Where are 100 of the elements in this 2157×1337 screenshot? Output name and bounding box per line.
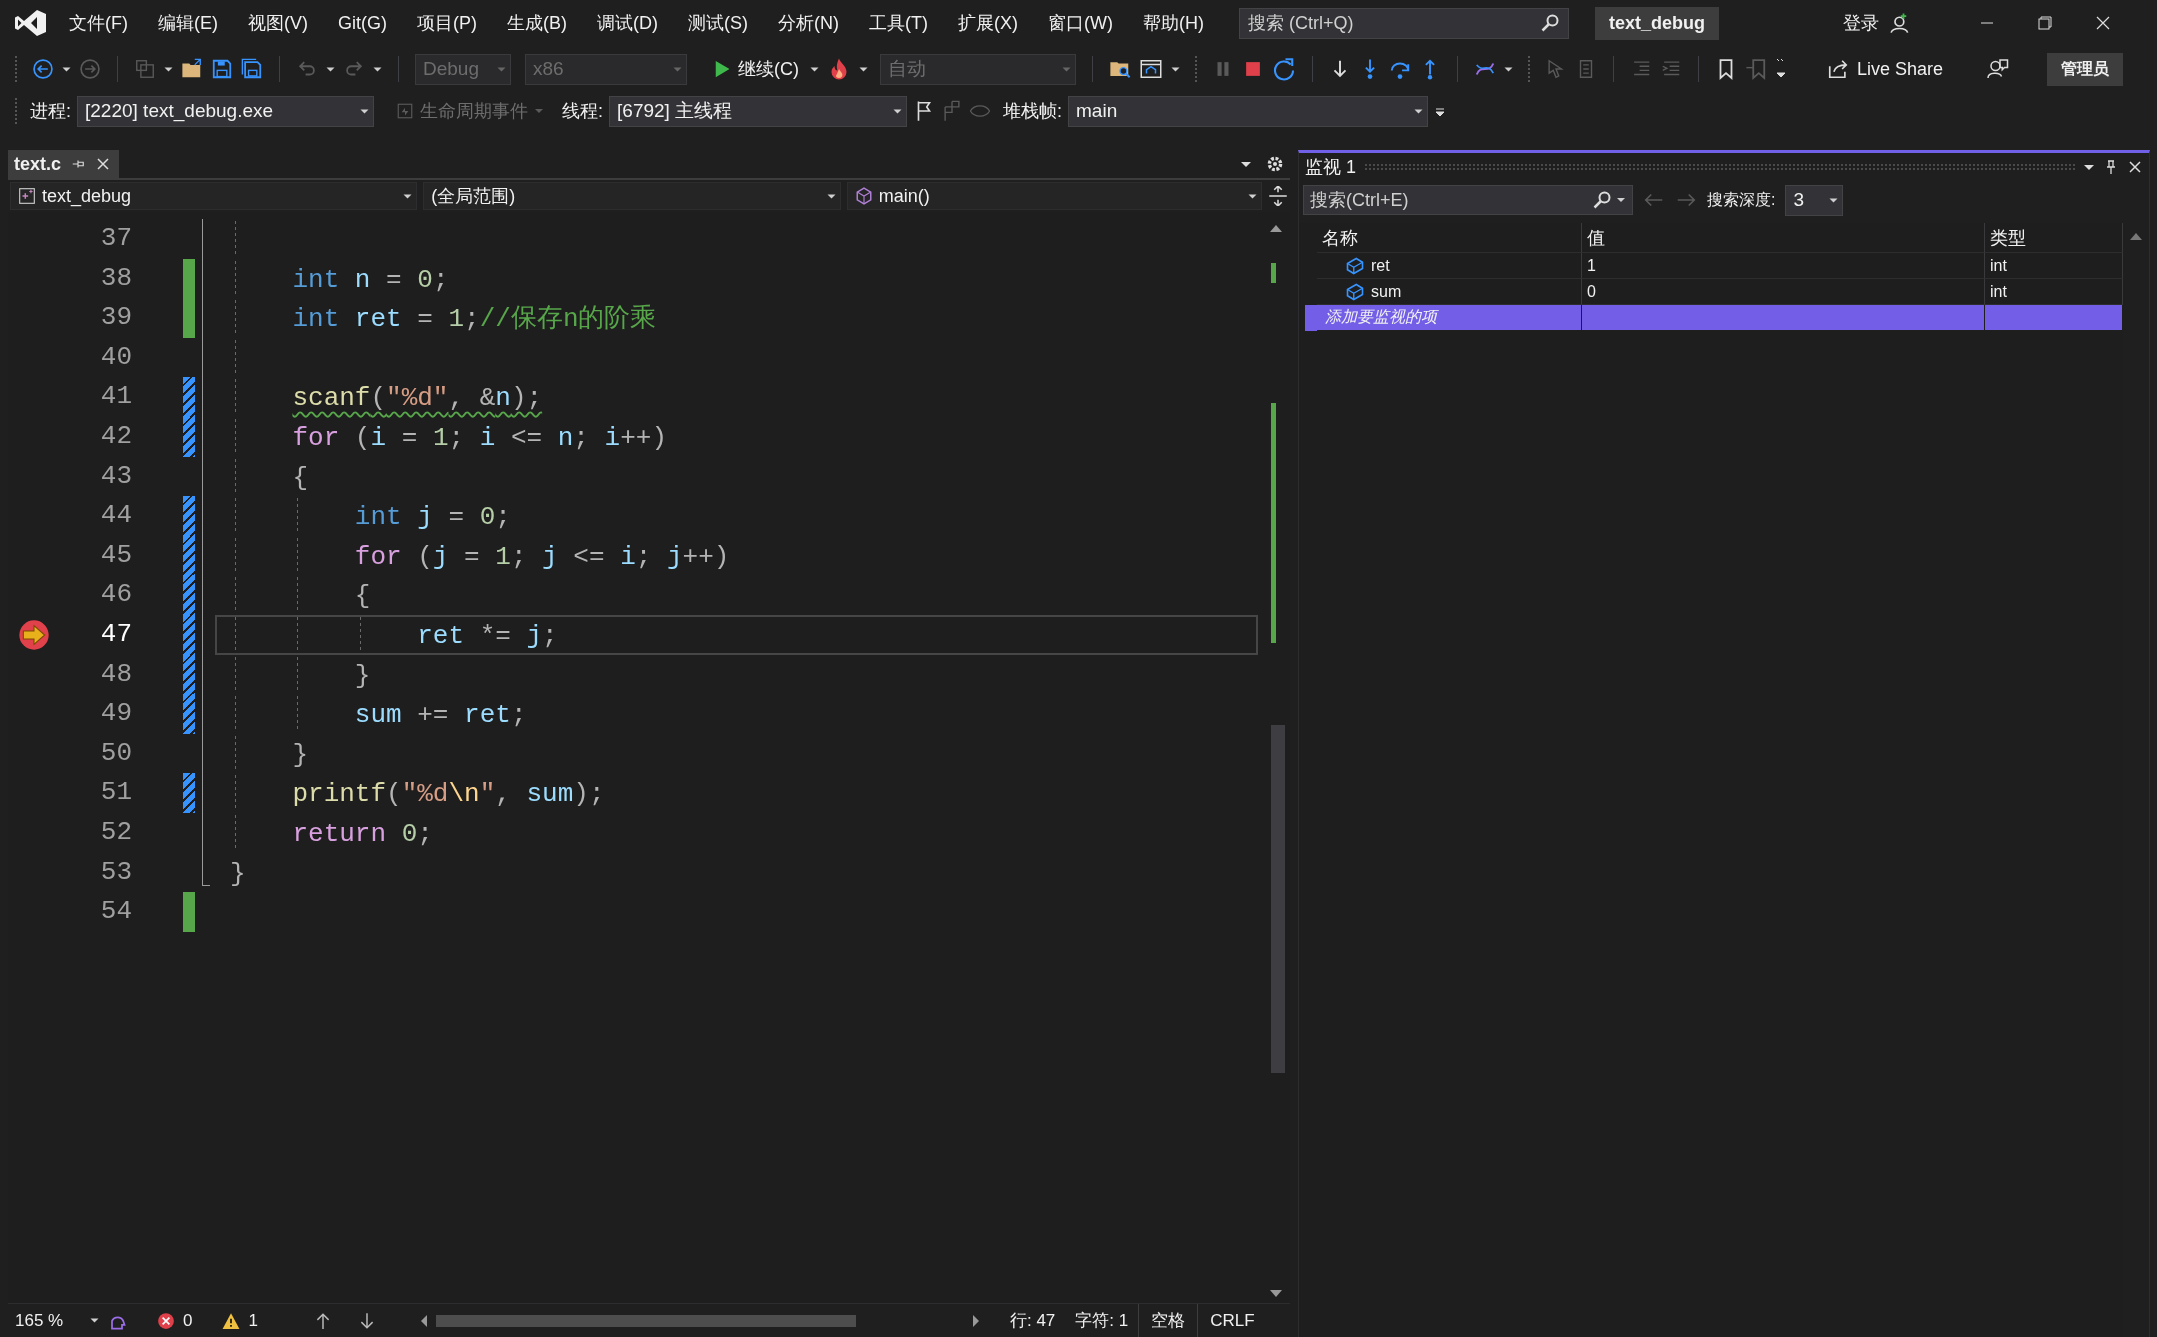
menu-item[interactable]: 生成(B) (492, 7, 582, 39)
caret-icon[interactable] (164, 66, 173, 72)
menu-item[interactable]: 视图(V) (233, 7, 323, 39)
column-header[interactable]: 名称 (1317, 223, 1582, 253)
menu-item[interactable]: 测试(S) (673, 7, 763, 39)
watch-row[interactable]: ret 1 int (1305, 253, 2123, 279)
feedback-icon[interactable] (1985, 57, 2010, 81)
caret-icon (673, 66, 682, 72)
caret-icon[interactable] (373, 66, 382, 72)
right-arrow-icon[interactable] (971, 1313, 980, 1328)
continue-button[interactable]: 继续(C) (709, 55, 802, 83)
search-field[interactable]: 搜索(Ctrl+E) (1303, 185, 1633, 215)
bookmark-back-icon[interactable] (1745, 58, 1767, 80)
line-position: 行: 47 (1008, 1310, 1057, 1332)
line-number: 51 (99, 776, 132, 810)
field-label: 搜索深度: (1707, 189, 1776, 210)
back-icon[interactable] (32, 58, 54, 80)
split-icon[interactable] (1268, 186, 1288, 206)
caret-icon (893, 108, 903, 114)
close-icon[interactable] (2094, 15, 2111, 31)
line-number: 43 (99, 459, 132, 493)
admin-badge[interactable]: 管理员 (2047, 52, 2124, 86)
forward-icon[interactable] (79, 58, 101, 80)
table-cell[interactable]: 添加要监视的项 (1317, 305, 1582, 331)
line-ending-indicator[interactable]: CRLF (1197, 1303, 1267, 1337)
field-label: 线程: (562, 100, 604, 123)
member-dropdown[interactable]: main() (846, 182, 1262, 210)
menu-item[interactable]: 扩展(X) (942, 7, 1033, 39)
search-icon (1592, 190, 1612, 210)
warning-count[interactable]: 1 (248, 1310, 258, 1331)
line-number: 39 (99, 301, 132, 335)
file-tab[interactable]: text.c (8, 150, 120, 178)
sign-in-link[interactable]: 登录 (1842, 11, 1879, 35)
caret-icon[interactable] (859, 66, 868, 72)
caret-icon (1414, 108, 1424, 114)
scope-dropdown[interactable]: (全局范围) (423, 182, 841, 210)
error-icon[interactable] (157, 1311, 175, 1330)
project-icon (18, 187, 36, 205)
line-number: 50 (99, 736, 132, 770)
whitespace-indicator[interactable]: 空格 (1138, 1303, 1198, 1337)
column-position: 字符: 1 (1074, 1310, 1130, 1332)
app-window-icon[interactable] (1139, 57, 1163, 81)
restore-icon[interactable] (2036, 15, 2053, 31)
table-cell: ret (1317, 253, 1582, 279)
line-number: 46 (99, 578, 132, 612)
warning-icon[interactable] (222, 1311, 241, 1330)
search-icon (1539, 13, 1560, 33)
up-arrow-icon[interactable] (2129, 231, 2143, 241)
variable-icon (1345, 255, 1365, 276)
caret-icon (826, 193, 836, 199)
menu-item[interactable]: 帮助(H) (1127, 7, 1219, 39)
live-share-button[interactable]: Live Share (1821, 57, 1950, 81)
share-icon (1827, 58, 1849, 80)
line-number: 45 (99, 538, 132, 572)
caret-icon[interactable] (326, 66, 335, 72)
left-arrow-icon[interactable] (419, 1313, 428, 1328)
menu-item[interactable]: 分析(N) (763, 7, 854, 39)
menu-item[interactable]: 项目(P) (402, 7, 492, 39)
folder-icon[interactable] (181, 58, 203, 80)
stack-frame-dropdown[interactable]: main (1068, 95, 1429, 127)
search-field[interactable]: 搜索 (Ctrl+Q) (1238, 7, 1569, 39)
process-dropdown[interactable]: [2220] text_debug.exe (77, 95, 374, 127)
caret-icon[interactable] (1171, 66, 1180, 72)
horizontal-scrollbar[interactable] (419, 1313, 980, 1328)
depth-dropdown[interactable]: 3 (1785, 184, 1844, 216)
up-arrow-icon[interactable] (1269, 223, 1283, 233)
column-header[interactable]: 值 (1582, 223, 1985, 253)
caret-icon[interactable] (1504, 66, 1513, 72)
menu-item[interactable]: Git(G) (323, 8, 402, 38)
line-number: 44 (99, 499, 132, 533)
variable-icon (1345, 281, 1365, 302)
line-number: 38 (99, 261, 132, 295)
scroll-thumb[interactable] (1271, 725, 1285, 1073)
save-all-icon[interactable] (241, 58, 263, 80)
menu-item[interactable]: 窗口(W) (1032, 7, 1128, 39)
menu-item[interactable]: 编辑(E) (143, 7, 233, 39)
caret-icon[interactable] (810, 66, 819, 72)
error-count[interactable]: 0 (183, 1310, 193, 1331)
watch-row[interactable]: 添加要监视的项 (1305, 305, 2123, 331)
down-arrow-icon[interactable] (1269, 1289, 1283, 1299)
table-cell: 1 (1582, 253, 1985, 279)
new-project-icon[interactable] (134, 58, 156, 80)
close-icon[interactable] (2127, 159, 2143, 175)
close-icon[interactable] (95, 156, 112, 172)
line-number: 37 (99, 222, 132, 255)
line-number: 52 (99, 815, 132, 849)
caret-icon (360, 108, 369, 114)
restart-icon[interactable] (1272, 57, 1296, 81)
caret-icon[interactable] (62, 66, 71, 72)
menu-item[interactable]: 工具(T) (854, 7, 943, 39)
project-dropdown[interactable]: text_debug (10, 182, 418, 210)
save-icon[interactable] (211, 58, 233, 80)
menu-item[interactable]: 调试(D) (582, 7, 673, 39)
thread-dropdown[interactable]: [6792] 主线程 (609, 95, 908, 127)
settings-icon[interactable] (1266, 155, 1284, 173)
app-logo-icon (14, 8, 48, 38)
field-label: 进程: (30, 100, 71, 123)
line-number: 41 (99, 380, 132, 414)
menu-item[interactable]: 文件(F) (54, 7, 143, 39)
solution-name: text_debug (1594, 6, 1719, 40)
